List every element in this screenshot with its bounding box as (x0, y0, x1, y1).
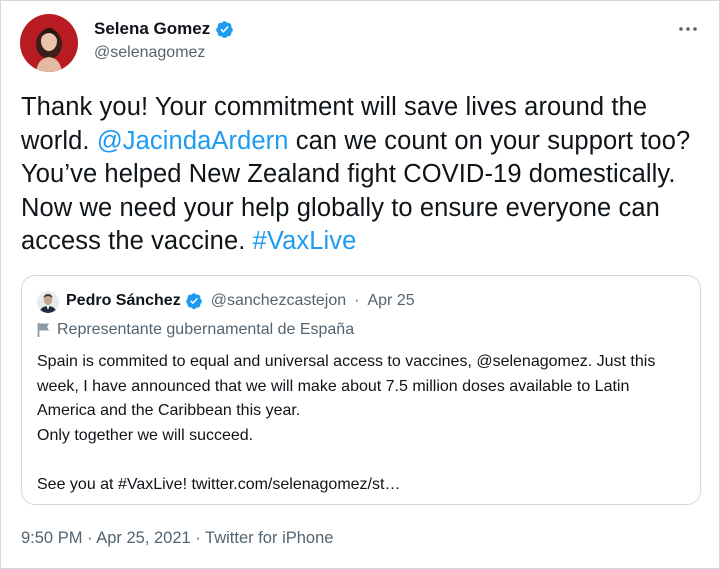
quoted-date: Apr 25 (367, 292, 415, 309)
tweet-card: Selena Gomez @selenagomez Thank you! You… (0, 0, 720, 569)
flag-icon (37, 323, 49, 337)
quoted-tweet-text: Spain is commited to equal and universal… (37, 353, 656, 493)
mention-link[interactable]: @JacindaArdern (97, 127, 289, 155)
tweet-timestamp[interactable]: 9:50 PM · Apr 25, 2021 · Twitter for iPh… (21, 529, 333, 548)
quoted-author-handle: @sanchezcastejon (210, 292, 347, 309)
author-name[interactable]: Selena Gomez (94, 19, 210, 39)
more-options-button[interactable] (677, 19, 699, 39)
government-label-text: Representante gubernamental de España (57, 321, 355, 338)
quoted-author-name: Pedro Sánchez (66, 292, 181, 309)
dot-separator: · (354, 292, 360, 309)
hashtag-link[interactable]: #VaxLive (253, 227, 357, 255)
quoted-avatar-photo (37, 291, 59, 313)
tweet-text: Thank you! Your commitment will save liv… (21, 91, 711, 259)
quoted-tweet[interactable]: Pedro Sánchez @sanchezcastejon · Apr 25 … (21, 275, 701, 505)
avatar-photo (20, 14, 78, 72)
author-avatar[interactable] (20, 14, 78, 72)
verified-badge-icon (185, 293, 202, 309)
author-name-row: Selena Gomez (94, 19, 234, 39)
author-handle[interactable]: @selenagomez (94, 44, 205, 62)
more-options-icon (679, 27, 697, 31)
quoted-author-avatar (37, 291, 59, 313)
quoted-header: Pedro Sánchez @sanchezcastejon · Apr 25 (66, 292, 415, 310)
government-label: Representante gubernamental de España (37, 321, 354, 339)
verified-badge-icon (216, 20, 234, 38)
